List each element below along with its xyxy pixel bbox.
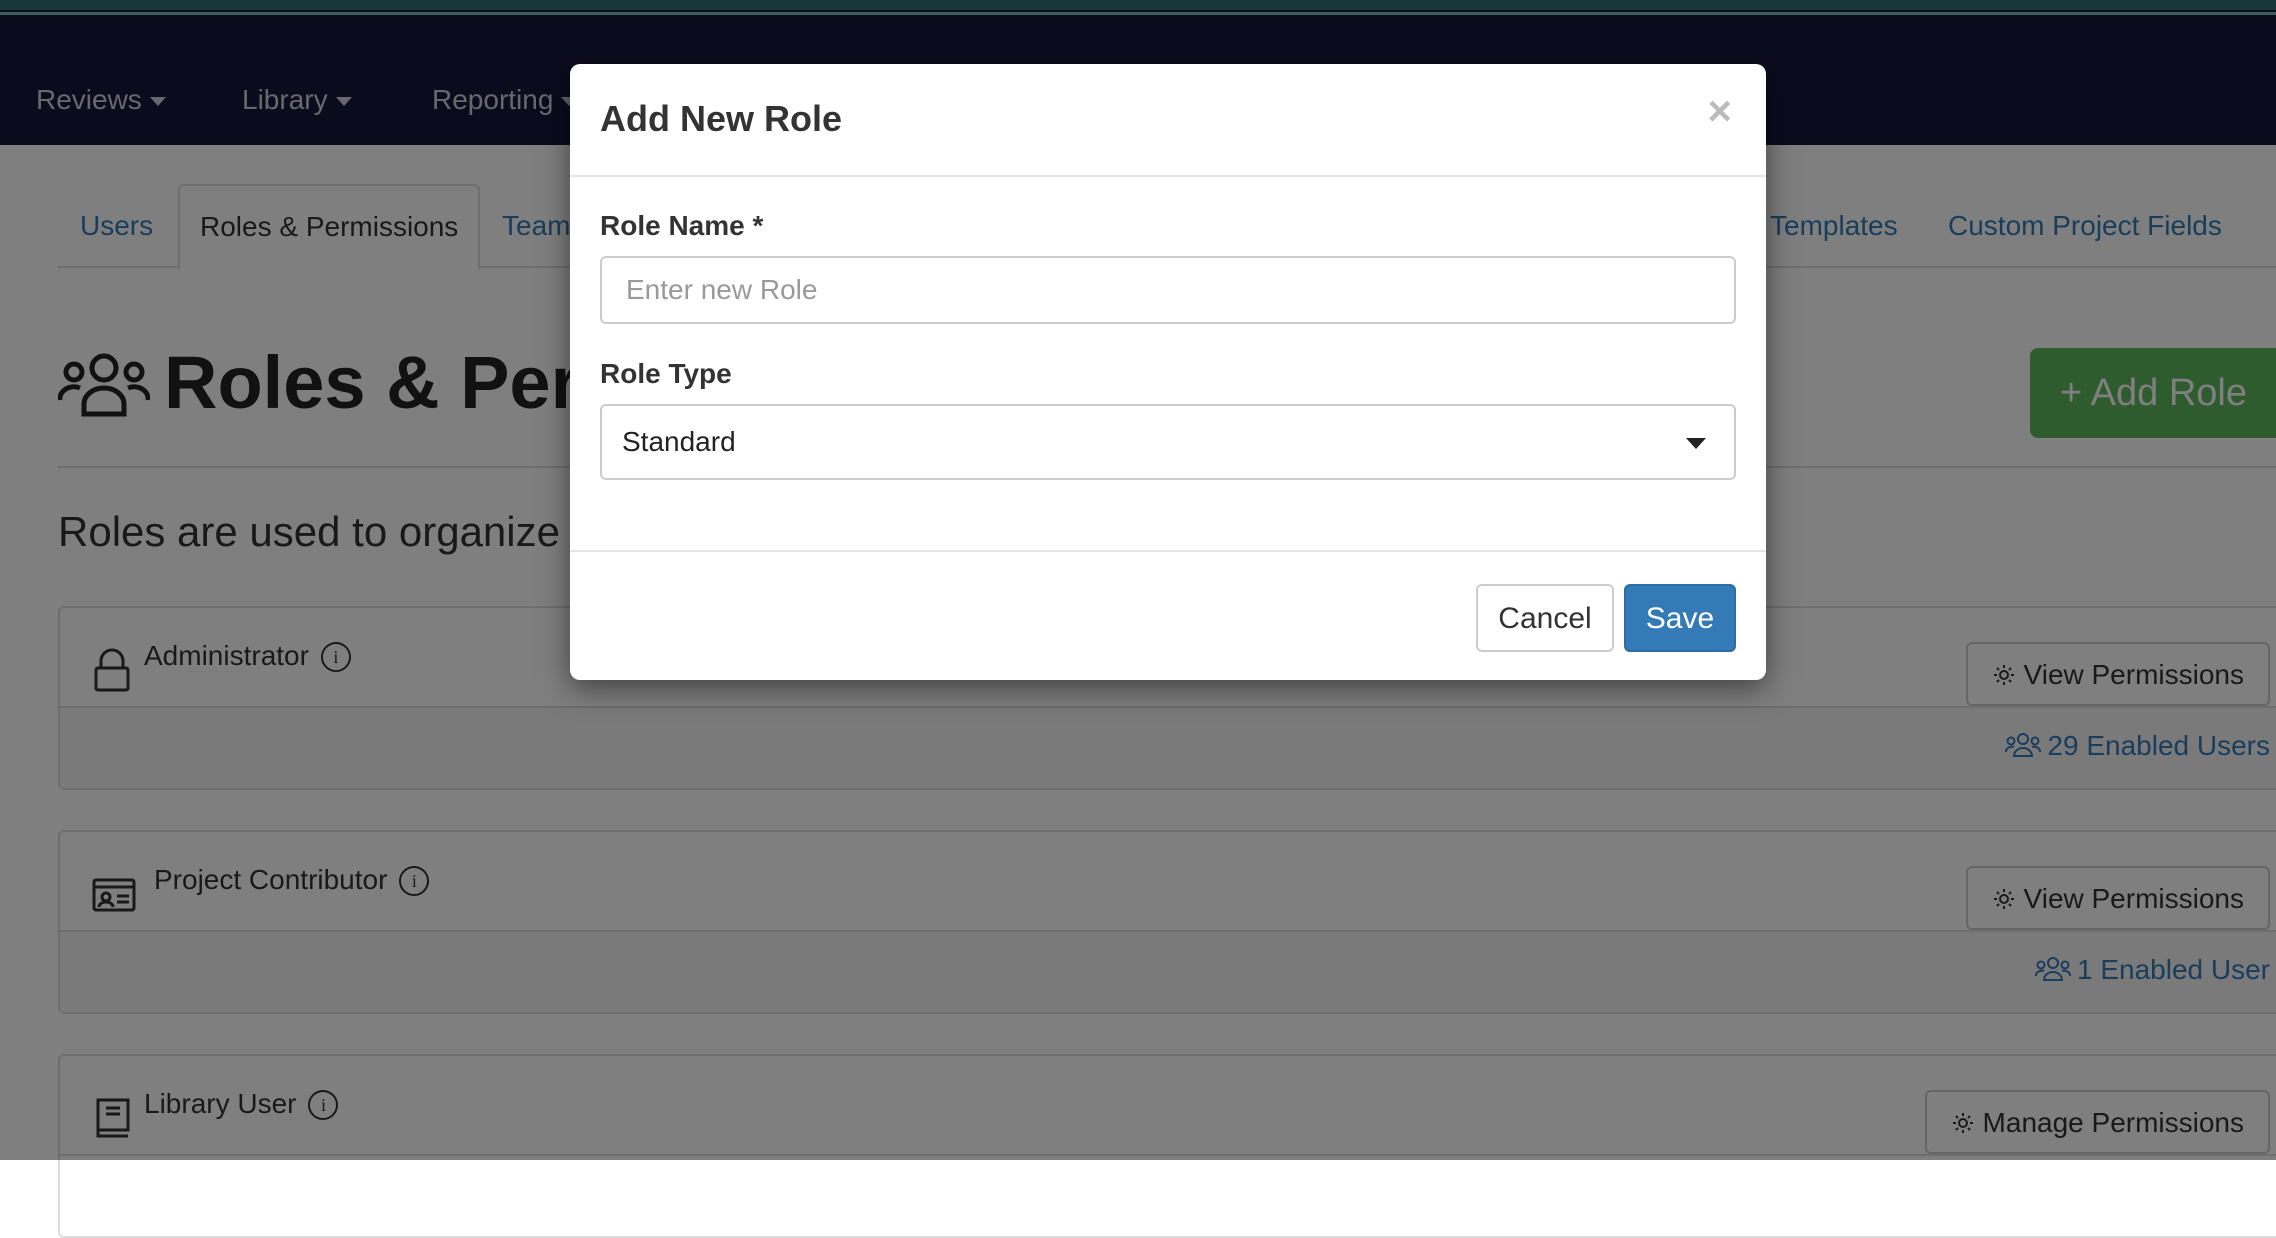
close-icon[interactable]: × bbox=[1707, 90, 1732, 132]
role-type-selected-value: Standard bbox=[622, 426, 736, 457]
modal-title: Add New Role bbox=[600, 98, 843, 139]
role-name-label: Role Name * bbox=[600, 210, 764, 241]
role-type-select[interactable]: Standard bbox=[600, 404, 1736, 480]
caret-down-icon bbox=[1686, 438, 1706, 449]
role-name-input[interactable] bbox=[600, 256, 1736, 324]
modal-header: Add New Role × bbox=[570, 64, 1766, 177]
role-type-label: Role Type bbox=[600, 358, 732, 389]
add-role-modal: Add New Role × Role Name * Role Type Sta… bbox=[570, 64, 1766, 680]
cancel-button[interactable]: Cancel bbox=[1476, 584, 1614, 652]
modal-footer: Cancel Save bbox=[570, 550, 1766, 682]
save-button[interactable]: Save bbox=[1624, 584, 1736, 652]
